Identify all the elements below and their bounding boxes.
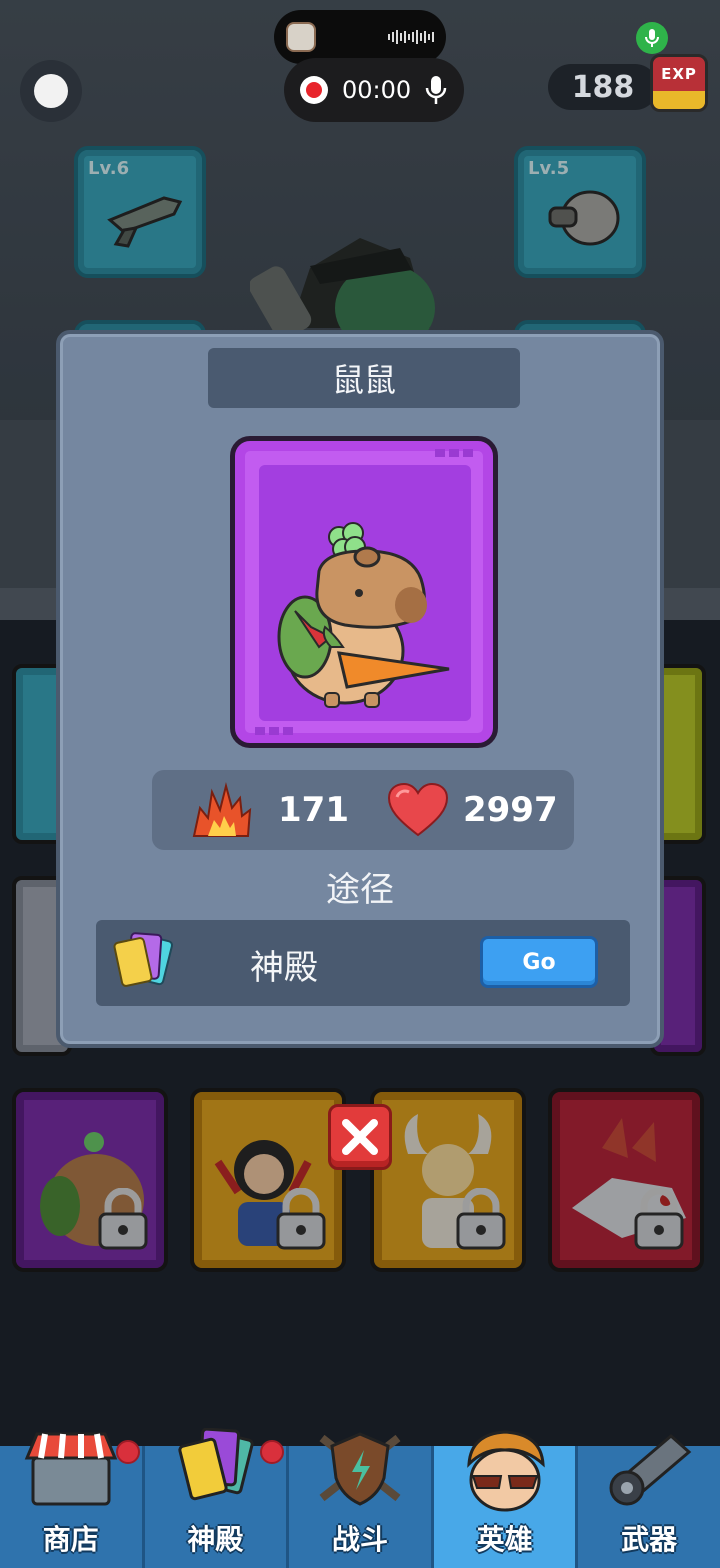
shield-swords-icon xyxy=(319,1432,401,1506)
heart-icon xyxy=(387,783,448,837)
settings-button[interactable] xyxy=(20,60,82,122)
close-icon xyxy=(342,1119,378,1155)
flame-icon xyxy=(192,782,252,837)
microphone-icon xyxy=(645,29,659,47)
capybara-hero-image xyxy=(277,522,450,708)
screen-recording-pill[interactable]: 00:00 xyxy=(284,58,464,122)
card-pack-icon xyxy=(113,932,174,987)
hero-detail-modal: 鼠鼠 171 2997 途径 神殿 Go xyxy=(56,330,664,1048)
nav-item-weapons[interactable]: 武器 xyxy=(578,1434,720,1568)
go-button[interactable]: Go xyxy=(480,936,598,988)
nav-label: 神殿 xyxy=(187,1523,244,1556)
nav-item-shop[interactable]: 商店 xyxy=(0,1432,145,1568)
nav-label: 武器 xyxy=(621,1523,678,1556)
hero-face-icon xyxy=(466,1430,545,1512)
app-avatar-icon xyxy=(286,22,316,52)
source-heading: 途径 xyxy=(326,870,394,910)
exp-icon: EXP xyxy=(650,54,708,112)
dynamic-island xyxy=(274,10,446,64)
recording-time: 00:00 xyxy=(342,76,412,104)
attack-value: 171 xyxy=(278,790,349,830)
health-value: 2997 xyxy=(462,790,558,830)
hero-name-title: 鼠鼠 xyxy=(208,348,520,408)
record-icon xyxy=(300,76,328,104)
nav-label: 战斗 xyxy=(331,1523,388,1556)
notification-badge xyxy=(260,1440,285,1464)
hero-portrait-card xyxy=(230,436,498,748)
bottom-navigation: 商店 神殿 战斗 英雄 武器 xyxy=(0,1428,720,1568)
source-row-temple: 神殿 Go xyxy=(96,920,630,1006)
nav-item-temple[interactable]: 神殿 xyxy=(145,1428,290,1568)
source-name: 神殿 xyxy=(250,948,318,988)
audio-wave-icon xyxy=(388,30,434,44)
close-button[interactable] xyxy=(328,1104,392,1170)
settings-dot-icon xyxy=(34,74,68,108)
exp-coin-stack xyxy=(653,91,705,109)
hero-stats-bar: 171 2997 xyxy=(152,770,574,850)
exp-label: EXP xyxy=(661,65,697,83)
shop-icon xyxy=(24,1432,118,1506)
nav-label: 英雄 xyxy=(476,1523,533,1556)
nav-label: 商店 xyxy=(42,1523,99,1556)
card-pack-icon xyxy=(178,1428,255,1501)
exp-value: 188 xyxy=(571,69,635,105)
nav-item-heroes[interactable]: 英雄 xyxy=(433,1430,579,1568)
notification-badge xyxy=(115,1440,140,1464)
nav-item-battle[interactable]: 战斗 xyxy=(289,1432,434,1568)
cannon-icon xyxy=(609,1434,692,1506)
microphone-icon xyxy=(425,76,447,104)
mic-active-indicator xyxy=(636,22,668,54)
exp-counter[interactable]: 188 xyxy=(548,64,658,110)
